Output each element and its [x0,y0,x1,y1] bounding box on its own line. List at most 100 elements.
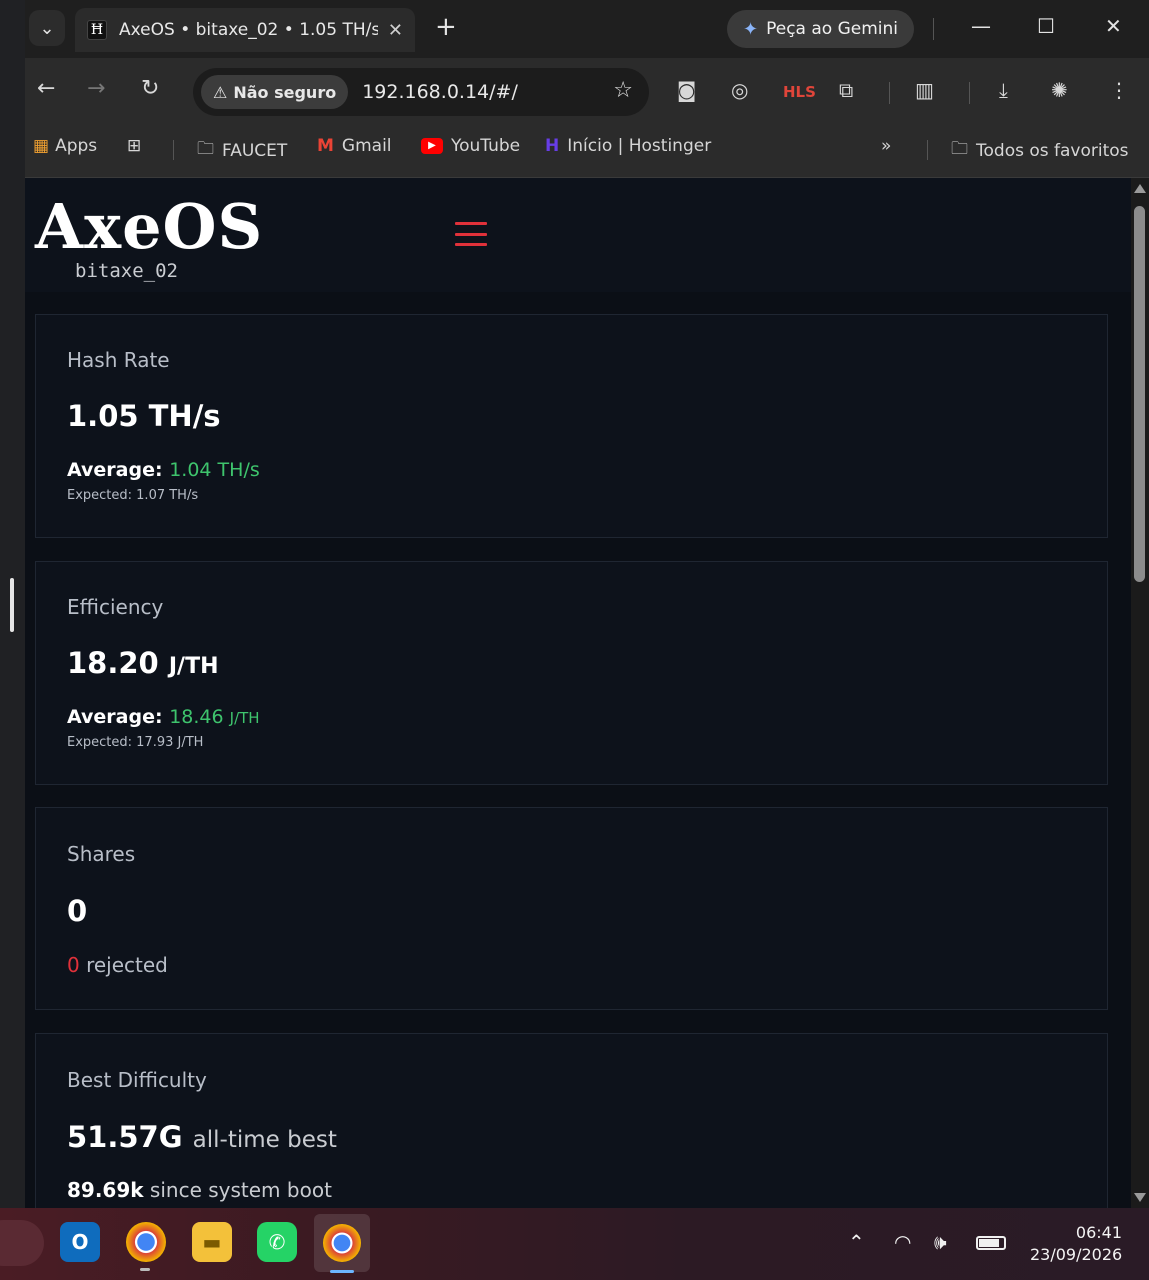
forward-arrow-icon[interactable]: → [87,76,105,101]
browser-toolbar: ← → ↻ ⚠ Não seguro 192.168.0.14/#/ ☆ ◙ ◎… [25,58,1149,126]
more-bookmarks-button[interactable]: » [881,136,891,156]
app-header: AxeOS bitaxe_02 [25,178,1131,292]
bookmark-faucet[interactable]: 🗀 FAUCET [197,136,287,165]
system-clock[interactable]: 06:41 23/09/2026 [1030,1222,1122,1266]
wifi-icon[interactable]: ◠ [894,1230,911,1254]
scroll-up-arrow-icon[interactable] [1134,184,1146,193]
show-hidden-icons-chevron-icon[interactable]: ⌃ [848,1230,865,1254]
divider [889,82,890,104]
chrome-icon[interactable] [126,1222,166,1262]
close-window-button[interactable]: ✕ [1105,14,1122,38]
bookmarks-bar: ▦ Apps ⊞ 🗀 FAUCET M Gmail ▶ YouTube H In… [25,126,1149,178]
card-label: Hash Rate [67,348,170,372]
tab-search-button[interactable]: ⌄ [29,10,65,46]
bookmark-youtube[interactable]: ▶ YouTube [421,136,520,156]
bookmark-label: Início | Hostinger [567,136,712,156]
bookmark-label: Gmail [341,136,392,156]
menu-hamburger-icon[interactable] [455,222,487,246]
new-tab-button[interactable]: + [435,12,457,42]
maximize-window-button[interactable]: ☐ [1037,14,1055,38]
card-label: Best Difficulty [67,1068,207,1092]
four-squares-icon: ⊞ [127,136,142,156]
gemini-sparkle-icon: ✦ [743,18,759,40]
efficiency-average: Average: 18.46 J/TH [67,706,260,728]
divider [969,82,970,104]
desktop-left-edge [0,0,25,1208]
shares-value: 0 [67,894,88,928]
gemini-button[interactable]: ✦ Peça ao Gemini [727,10,915,48]
app-active-indicator [330,1270,354,1273]
browser-tab-active[interactable]: Ħ AxeOS • bitaxe_02 • 1.05 TH/s • ✕ [75,8,415,52]
file-explorer-icon[interactable]: ▬ [192,1222,232,1262]
bookmark-gmail[interactable]: M Gmail [317,136,392,156]
profile-avatar-icon[interactable]: ✺ [1051,78,1068,102]
reload-icon[interactable]: ↻ [141,76,159,101]
card-label: Shares [67,842,136,866]
windows-taskbar: O ▬ ✆ ⌃ ◠ 🕪 06:41 23/09/2026 [0,1208,1149,1280]
whatsapp-icon[interactable]: ✆ [257,1222,297,1262]
minimize-window-button[interactable]: — [971,14,991,38]
download-icon[interactable]: ⤓ [999,78,1008,102]
bookmark-hostinger[interactable]: H Início | Hostinger [545,136,711,156]
battery-icon[interactable] [976,1236,1006,1250]
bookmark-star-icon[interactable]: ☆ [613,78,633,103]
efficiency-unit: J/TH [168,654,219,679]
since-boot-label: since system boot [149,1178,332,1202]
efficiency-number: 18.20 [67,646,159,680]
average-unit: J/TH [229,709,260,727]
bookmark-all-favorites[interactable]: 🗀 Todos os favoritos [951,136,1129,165]
best-difficulty-card: Best Difficulty 51.57G all-time best 89.… [35,1033,1108,1208]
divider [933,18,934,40]
apps-grid-icon: ▦ [33,136,49,156]
active-app-highlight[interactable] [314,1214,370,1272]
back-arrow-icon[interactable]: ← [37,76,55,101]
hashrate-expected: Expected: 1.07 TH/s [67,488,199,503]
double-chevron-right-icon: » [881,136,892,156]
bookmark-label: YouTube [451,136,521,156]
shares-card: Shares 0 0 rejected [35,807,1108,1010]
average-number: 18.46 [169,706,224,728]
best-difficulty-value: 51.57G all-time best [67,1120,337,1154]
efficiency-value: 18.20 J/TH [67,646,218,680]
extension-glasses-icon[interactable]: ◙ [677,78,696,102]
chrome-profile-icon [323,1224,361,1262]
tab-groups-button[interactable]: ⊞ [127,136,141,156]
axeos-logo: AxeOS [35,190,264,263]
bookmark-label: Apps [55,136,98,156]
axeos-favicon-icon: Ħ [87,20,107,40]
average-value: 1.04 TH/s [169,459,260,481]
hostinger-icon: H [545,136,560,156]
folder-icon: 🗀 [197,139,214,159]
scroll-down-arrow-icon[interactable] [1134,1193,1146,1202]
security-indicator[interactable]: ⚠ Não seguro [201,75,349,109]
best-difficulty-number: 51.57G [67,1120,183,1154]
extension-swirl-icon[interactable]: ◎ [731,78,748,102]
tab-title: AxeOS • bitaxe_02 • 1.05 TH/s • [119,20,378,40]
since-boot-value: 89.69k [67,1178,144,1202]
shares-rejected: 0 rejected [67,953,168,977]
page-scrollbar[interactable] [1131,178,1149,1208]
start-button[interactable] [0,1220,44,1266]
divider [927,140,928,160]
volume-icon[interactable]: 🕪 [934,1230,947,1254]
scroll-thumb[interactable] [1134,206,1145,582]
reading-mode-icon[interactable]: ▥ [915,78,934,102]
extension-hls-icon[interactable]: HLS [783,83,816,101]
axeos-page: AxeOS bitaxe_02 Hash Rate 1.05 TH/s Aver… [25,178,1131,1208]
more-menu-icon[interactable]: ⋮ [1109,78,1129,102]
bookmark-apps[interactable]: ▦ Apps [33,136,97,156]
hashrate-card: Hash Rate 1.05 TH/s Average: 1.04 TH/s E… [35,314,1108,538]
browser-tab-bar: ⌄ Ħ AxeOS • bitaxe_02 • 1.05 TH/s • ✕ + … [25,0,1149,58]
app-running-indicator [140,1268,150,1271]
gmail-icon: M [317,136,334,156]
hashrate-value: 1.05 TH/s [67,399,221,433]
address-bar[interactable]: ⚠ Não seguro 192.168.0.14/#/ ☆ [193,68,649,116]
extensions-puzzle-icon[interactable]: ⧉ [839,78,853,102]
outlook-icon[interactable]: O [60,1222,100,1262]
close-tab-icon[interactable]: ✕ [388,20,403,41]
clock-date: 23/09/2026 [1030,1245,1123,1264]
bookmark-label: FAUCET [222,140,288,161]
url-text[interactable]: 192.168.0.14/#/ [362,81,518,103]
youtube-icon: ▶ [421,138,443,154]
efficiency-card: Efficiency 18.20 J/TH Average: 18.46 J/T… [35,561,1108,785]
